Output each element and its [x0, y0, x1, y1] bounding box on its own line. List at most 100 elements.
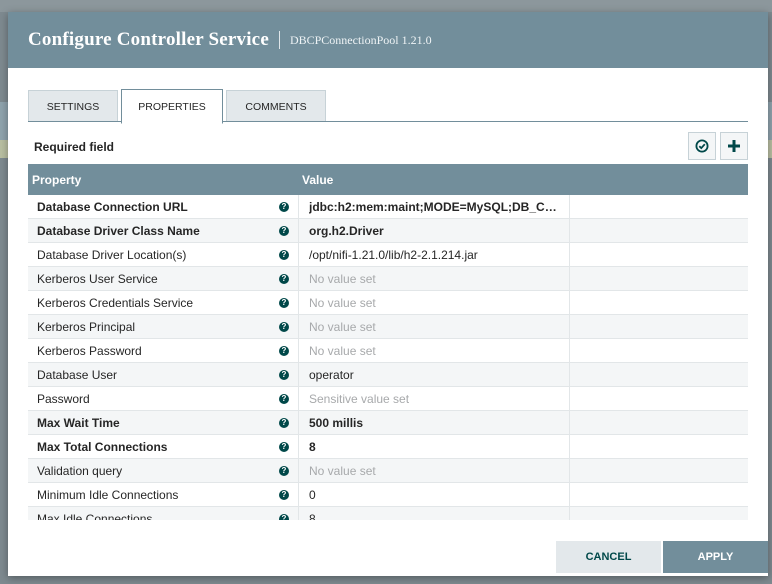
table-row[interactable]: Max Total Connections? 8 [28, 435, 748, 459]
configure-controller-service-dialog: Configure Controller Service DBCPConnect… [8, 12, 768, 576]
table-row[interactable]: Max Idle Connections? 8 [28, 507, 748, 520]
property-name: Kerberos User Service [37, 271, 158, 286]
property-actions-cell [570, 267, 748, 290]
help-icon[interactable]: ? [279, 274, 289, 284]
table-row[interactable]: Kerberos Credentials Service? No value se… [28, 291, 748, 315]
property-value: 0 [309, 487, 316, 502]
property-name-cell: Max Total Connections? [28, 435, 299, 458]
property-name: Max Idle Connections [37, 511, 153, 521]
property-value-cell[interactable]: operator [299, 363, 570, 386]
property-value: 8 [309, 439, 316, 454]
property-value: jdbc:h2:mem:maint;MODE=MySQL;DB_CLOS... [309, 199, 561, 214]
column-header-value: Value [302, 172, 334, 187]
help-icon[interactable]: ? [279, 442, 289, 452]
table-row[interactable]: Minimum Idle Connections? 0 [28, 483, 748, 507]
property-name-cell: Password? [28, 387, 299, 410]
property-value-cell[interactable]: Sensitive value set [299, 387, 570, 410]
help-icon[interactable]: ? [279, 346, 289, 356]
help-icon[interactable]: ? [279, 202, 289, 212]
property-value: No value set [309, 319, 376, 334]
table-row[interactable]: Kerberos Password? No value set [28, 339, 748, 363]
help-icon[interactable]: ? [279, 466, 289, 476]
property-value-cell[interactable]: No value set [299, 267, 570, 290]
property-value: operator [309, 367, 354, 382]
property-value-cell[interactable]: 8 [299, 435, 570, 458]
table-header: Property Value [28, 164, 748, 195]
table-row[interactable]: Database Driver Location(s)? /opt/nifi-1.… [28, 243, 748, 267]
table-body[interactable]: Database Connection URL? jdbc:h2:mem:main… [28, 195, 748, 520]
apply-button[interactable]: Apply [663, 541, 768, 573]
tab-properties[interactable]: Properties [121, 89, 223, 124]
table-row[interactable]: Password? Sensitive value set [28, 387, 748, 411]
property-name-cell: Kerberos Credentials Service? [28, 291, 299, 314]
property-value-cell[interactable]: 8 [299, 507, 570, 520]
property-name-cell: Kerberos User Service? [28, 267, 299, 290]
property-value-cell[interactable]: jdbc:h2:mem:maint;MODE=MySQL;DB_CLOS... [299, 195, 570, 218]
tab-settings[interactable]: Settings [28, 90, 118, 122]
property-value: /opt/nifi-1.21.0/lib/h2-2.1.214.jar [309, 247, 478, 262]
table-row[interactable]: Database Driver Class Name? org.h2.Driver [28, 219, 748, 243]
property-actions-cell [570, 411, 748, 434]
property-actions-cell [570, 363, 748, 386]
property-actions-cell [570, 339, 748, 362]
help-icon[interactable]: ? [279, 490, 289, 500]
property-value-cell[interactable]: 0 [299, 483, 570, 506]
table-row[interactable]: Kerberos User Service? No value set [28, 267, 748, 291]
property-name-cell: Kerberos Principal? [28, 315, 299, 338]
help-icon[interactable]: ? [279, 226, 289, 236]
property-name-cell: Max Wait Time? [28, 411, 299, 434]
property-name-cell: Validation query? [28, 459, 299, 482]
property-name: Max Total Connections [37, 439, 168, 454]
help-icon[interactable]: ? [279, 394, 289, 404]
property-value-cell[interactable]: org.h2.Driver [299, 219, 570, 242]
table-row[interactable]: Database User? operator [28, 363, 748, 387]
property-value: 500 millis [309, 415, 364, 430]
property-value-cell[interactable]: 500 millis [299, 411, 570, 434]
property-name-cell: Database Connection URL? [28, 195, 299, 218]
property-actions-cell [570, 387, 748, 410]
help-icon[interactable]: ? [279, 514, 289, 520]
help-icon[interactable]: ? [279, 370, 289, 380]
tab-bar: Settings Properties Comments [28, 89, 329, 124]
add-property-button[interactable] [720, 132, 748, 160]
property-name: Validation query [37, 463, 123, 478]
help-icon[interactable]: ? [279, 298, 289, 308]
property-value: No value set [309, 295, 376, 310]
help-icon[interactable]: ? [279, 250, 289, 260]
property-name: Database Connection URL [37, 199, 188, 214]
property-actions-cell [570, 291, 748, 314]
verify-properties-button[interactable] [688, 132, 716, 160]
property-name: Kerberos Principal [37, 319, 136, 334]
help-icon[interactable]: ? [279, 322, 289, 332]
property-name: Database Driver Location(s) [37, 247, 187, 262]
property-name: Database Driver Class Name [37, 223, 200, 238]
property-name-cell: Max Idle Connections? [28, 507, 299, 520]
property-value-cell[interactable]: No value set [299, 459, 570, 482]
table-row[interactable]: Kerberos Principal? No value set [28, 315, 748, 339]
property-actions-cell [570, 195, 748, 218]
cancel-button[interactable]: Cancel [556, 541, 661, 573]
property-actions-cell [570, 459, 748, 482]
backdrop-top [0, 0, 772, 12]
property-value-cell[interactable]: No value set [299, 339, 570, 362]
property-actions-cell [570, 435, 748, 458]
property-value-cell[interactable]: No value set [299, 315, 570, 338]
property-value-cell[interactable]: /opt/nifi-1.21.0/lib/h2-2.1.214.jar [299, 243, 570, 266]
property-value: Sensitive value set [309, 391, 410, 406]
tab-comments[interactable]: Comments [226, 90, 326, 122]
property-name: Kerberos Password [37, 343, 142, 358]
property-name: Minimum Idle Connections [37, 487, 179, 502]
property-name: Password [37, 391, 90, 406]
property-value: No value set [309, 271, 376, 286]
help-icon[interactable]: ? [279, 418, 289, 428]
property-name: Max Wait Time [37, 415, 120, 430]
check-circle-icon [695, 139, 709, 153]
property-name-cell: Database Driver Class Name? [28, 219, 299, 242]
property-value-cell[interactable]: No value set [299, 291, 570, 314]
table-row[interactable]: Max Wait Time? 500 millis [28, 411, 748, 435]
property-actions-cell [570, 315, 748, 338]
property-actions-cell [570, 243, 748, 266]
table-row[interactable]: Validation query? No value set [28, 459, 748, 483]
property-name-cell: Database Driver Location(s)? [28, 243, 299, 266]
table-row[interactable]: Database Connection URL? jdbc:h2:mem:main… [28, 195, 748, 219]
